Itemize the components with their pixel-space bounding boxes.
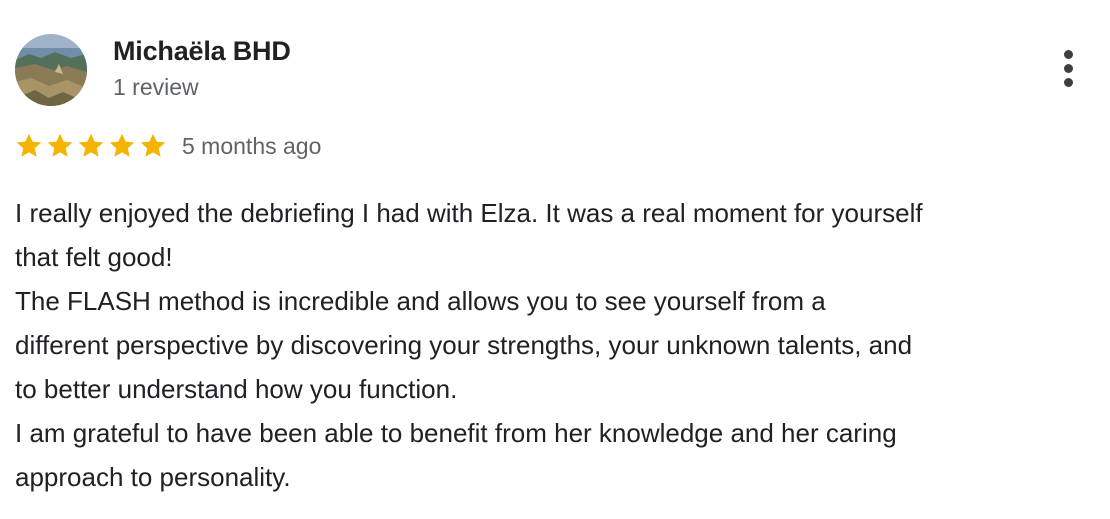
review-text-line: I really enjoyed the debriefing I had wi… — [15, 198, 923, 228]
more-options-button[interactable] — [1050, 46, 1086, 92]
review-text-line: approach to personality. — [15, 462, 291, 492]
review-text-line: I am grateful to have been able to benef… — [15, 418, 897, 448]
review-text-line: to better understand how you function. — [15, 374, 458, 404]
star-icon — [109, 133, 135, 157]
star-icon — [47, 133, 73, 157]
review-text-line: that felt good! — [15, 242, 173, 272]
star-icon — [78, 133, 104, 157]
review-text-line: The FLASH method is incredible and allow… — [15, 286, 826, 316]
star-icon — [16, 133, 42, 157]
author-review-count[interactable]: 1 review — [113, 74, 199, 101]
avatar[interactable] — [15, 34, 87, 106]
star-icon — [140, 133, 166, 157]
review-card: Michaëla BHD 1 review 5 months ago I rea… — [0, 0, 1110, 519]
review-text-line: different perspective by discovering you… — [15, 330, 913, 360]
more-vert-icon-dot — [1064, 50, 1073, 59]
avatar-landscape-image — [15, 34, 87, 106]
star-rating — [14, 131, 168, 161]
more-vert-icon-dot — [1064, 64, 1073, 73]
review-date: 5 months ago — [182, 133, 322, 159]
author-name[interactable]: Michaëla BHD — [113, 36, 291, 67]
review-text: I really enjoyed the debriefing I had wi… — [15, 191, 1105, 499]
more-vert-icon-dot — [1064, 78, 1073, 87]
